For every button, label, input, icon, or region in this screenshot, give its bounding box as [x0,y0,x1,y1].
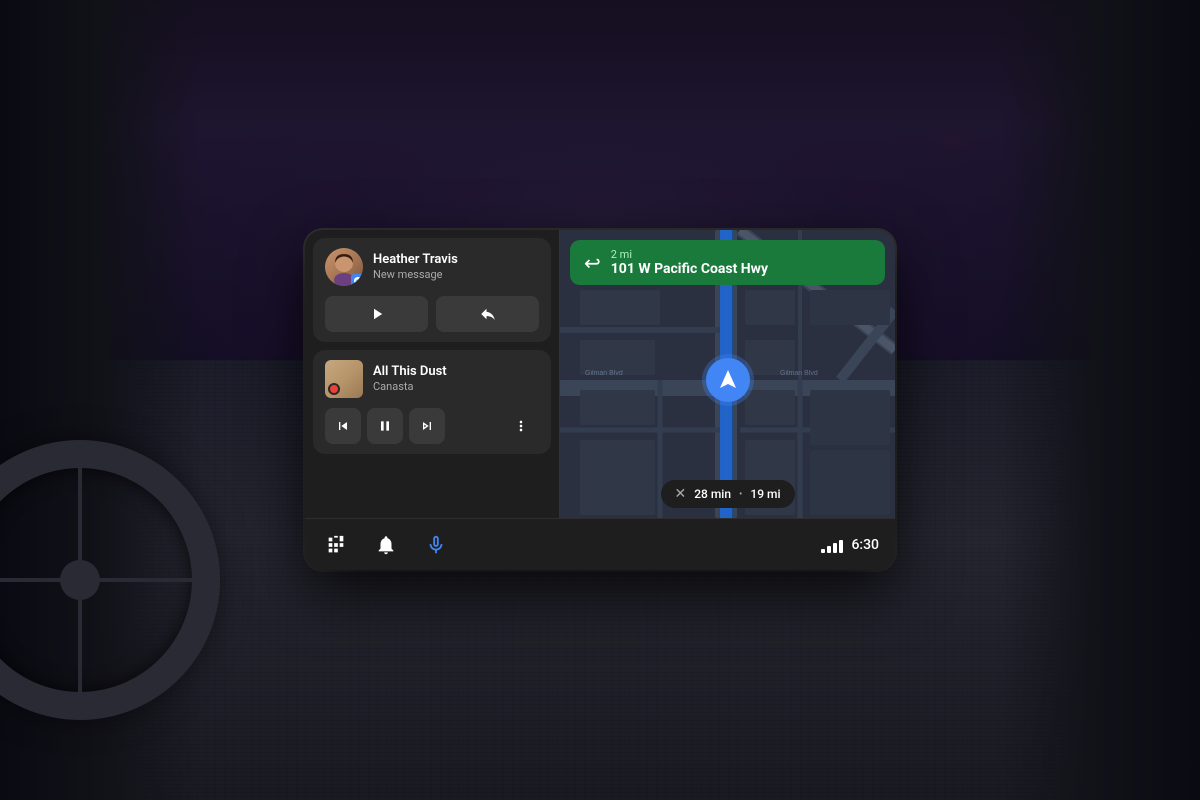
car-position-marker [706,358,750,402]
message-card: Heather Travis New message [313,238,551,342]
more-options-button[interactable] [503,408,539,444]
message-text: Heather Travis New message [373,252,458,282]
artist-name: Canasta [373,380,447,394]
eta-distance: 19 mi [750,487,780,501]
svg-text:Gilman Blvd: Gilman Blvd [585,370,623,377]
nav-text: 2 mi 101 W Pacific Coast Hwy [611,248,768,277]
pause-button[interactable] [367,408,403,444]
turn-arrow: ↩ [584,251,601,275]
nav-distance: 2 mi [611,248,768,261]
voice-button[interactable] [421,530,451,560]
prev-button[interactable] [325,408,361,444]
microphone-icon [425,534,447,556]
music-header: All This Dust Canasta [325,360,539,398]
signal-strength-icon [821,537,843,553]
play-icon [368,305,386,323]
avatar [325,248,363,286]
eta-time: 28 min [694,487,731,501]
sw-spoke-h [0,578,206,582]
clock: 6:30 [851,537,879,553]
skip-previous-icon [335,418,351,434]
navigation-arrow-icon [716,368,740,392]
youtube-music-badge [328,383,340,395]
sw-center [60,560,100,600]
pause-icon [377,418,393,434]
play-message-button[interactable] [325,296,428,332]
status-bar-right: 6:30 [821,537,879,553]
signal-bar-1 [821,549,825,553]
messenger-badge [351,274,363,286]
nav-street: 101 W Pacific Coast Hwy [611,261,768,277]
apps-grid-icon [325,534,347,556]
right-side-shadow [1000,0,1200,800]
song-title: All This Dust [373,364,447,380]
left-panel: Heather Travis New message [305,230,560,518]
close-route-button[interactable]: ✕ [674,486,686,502]
signal-bar-4 [839,540,843,553]
map-panel: Gilman Blvd Gilman Blvd ↩ 2 mi 101 W Pac… [560,230,895,518]
screen-content: Heather Travis New message [305,230,895,518]
music-text: All This Dust Canasta [373,364,447,394]
contact-name: Heather Travis [373,252,458,268]
eta-separator: • [739,489,742,500]
message-label: New message [373,268,458,282]
notifications-button[interactable] [371,530,401,560]
messenger-icon [354,277,362,285]
album-art [325,360,363,398]
bottom-icons [321,530,451,560]
reply-message-button[interactable] [436,296,539,332]
music-controls [325,408,539,444]
bottom-bar: 6:30 [305,518,895,570]
message-header: Heather Travis New message [325,248,539,286]
android-auto-screen: Heather Travis New message [305,230,895,570]
eta-bar: ✕ 28 min • 19 mi [660,480,794,508]
signal-bar-2 [827,546,831,553]
car-circle [706,358,750,402]
nav-banner: ↩ 2 mi 101 W Pacific Coast Hwy [570,240,885,285]
next-button[interactable] [409,408,445,444]
music-card: All This Dust Canasta [313,350,551,454]
more-vert-icon [513,418,529,434]
skip-next-icon [419,418,435,434]
message-actions [325,296,539,332]
svg-text:Gilman Blvd: Gilman Blvd [780,370,818,377]
bell-icon [375,534,397,556]
reply-icon [479,305,497,323]
signal-bar-3 [833,543,837,553]
apps-button[interactable] [321,530,351,560]
